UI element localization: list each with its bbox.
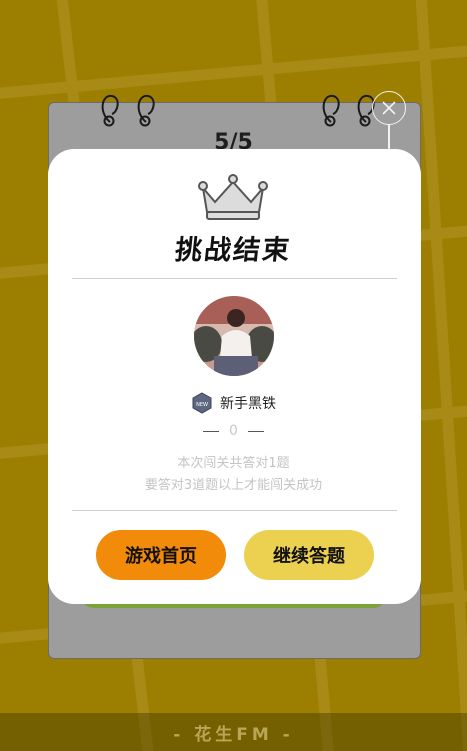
score-value: 0 — [229, 423, 238, 439]
result-title: 挑战结束 — [173, 235, 293, 266]
score-dash-right — [247, 430, 264, 432]
rank-badge-icon: NEW — [192, 392, 212, 414]
svg-text:NEW: NEW — [196, 402, 208, 408]
divider-bottom — [72, 510, 397, 511]
rank-row: NEW 新手黑铁 — [0, 392, 467, 414]
result-requirement: 要答对3道题以上才能闯关成功 — [144, 478, 323, 493]
footer-brand: - 花生FM - — [0, 713, 467, 751]
close-button[interactable] — [372, 91, 406, 125]
close-icon — [382, 101, 396, 115]
avatar — [194, 296, 274, 376]
rank-label: 新手黑铁 — [220, 396, 276, 412]
continue-answering-button[interactable]: 继续答题 — [244, 530, 374, 580]
game-home-button[interactable]: 游戏首页 — [96, 530, 226, 580]
score-row: 0 — [0, 423, 467, 439]
result-summary: 本次闯关共答对1题 — [177, 456, 290, 471]
crown-icon — [198, 174, 268, 220]
divider-top — [72, 278, 397, 279]
score-dash-left — [203, 430, 220, 432]
